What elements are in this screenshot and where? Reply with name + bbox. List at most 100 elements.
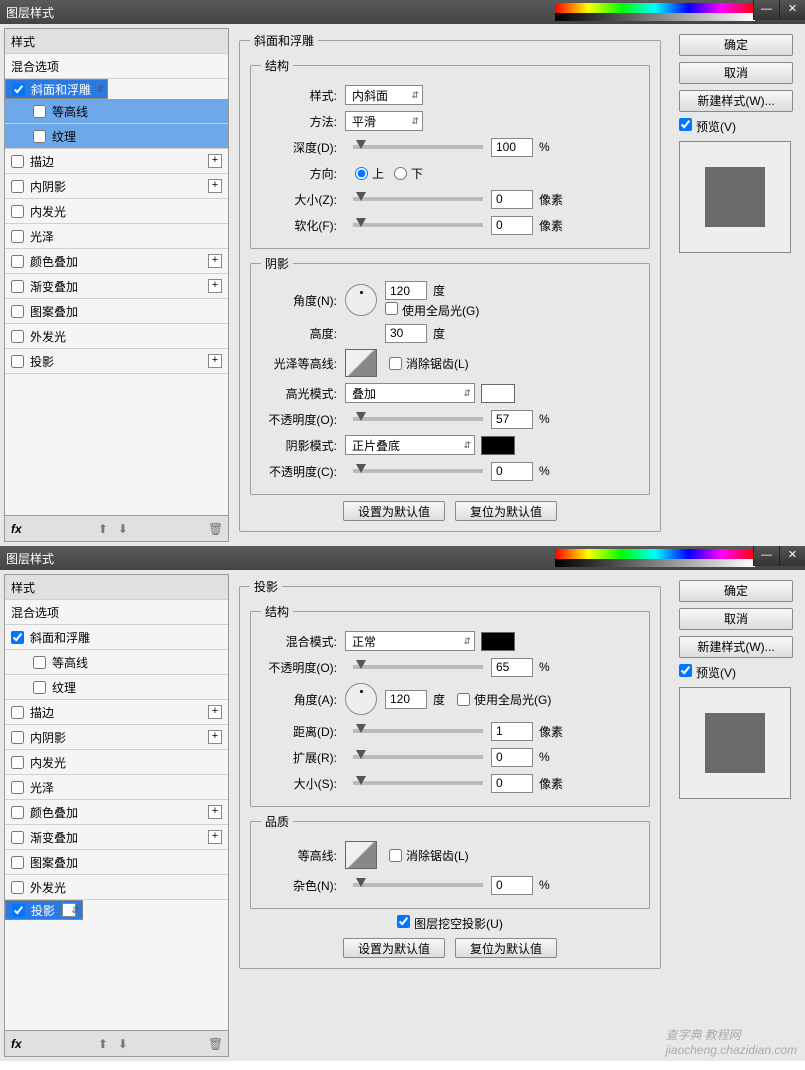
- style-select[interactable]: 内斜面: [345, 85, 423, 105]
- stroke-item[interactable]: 描边+: [5, 700, 228, 725]
- trash-icon[interactable]: 🗑: [208, 522, 222, 536]
- new-style-button[interactable]: 新建样式(W)...: [679, 636, 793, 658]
- color-overlay-checkbox[interactable]: [11, 255, 24, 268]
- drop-shadow-checkbox[interactable]: [11, 355, 24, 368]
- inner-glow-checkbox[interactable]: [11, 205, 24, 218]
- titlebar[interactable]: 图层样式 — ✕: [0, 546, 805, 570]
- outer-glow-item[interactable]: 外发光: [5, 324, 228, 349]
- make-default-button[interactable]: 设置为默认值: [343, 938, 445, 958]
- altitude-input[interactable]: [385, 324, 427, 343]
- inner-glow-checkbox[interactable]: [11, 756, 24, 769]
- stroke-checkbox[interactable]: [11, 155, 24, 168]
- depth-input[interactable]: [491, 138, 533, 157]
- highlight-opacity-input[interactable]: [491, 410, 533, 429]
- inner-glow-item[interactable]: 内发光: [5, 199, 228, 224]
- direction-down-radio[interactable]: [394, 167, 407, 180]
- shadow-color-swatch[interactable]: [481, 436, 515, 455]
- outer-glow-item[interactable]: 外发光: [5, 875, 228, 900]
- satin-checkbox[interactable]: [11, 230, 24, 243]
- pattern-overlay-item[interactable]: 图案叠加: [5, 299, 228, 324]
- gradient-overlay-item[interactable]: 渐变叠加+: [5, 825, 228, 850]
- bevel-checkbox[interactable]: [11, 631, 24, 644]
- highlight-opacity-slider[interactable]: [353, 417, 483, 421]
- gradient-overlay-checkbox[interactable]: [11, 831, 24, 844]
- angle-dial[interactable]: [345, 683, 377, 715]
- size-input[interactable]: [491, 190, 533, 209]
- add-icon[interactable]: +: [62, 903, 76, 917]
- fx-button[interactable]: fx: [11, 1037, 22, 1051]
- add-icon[interactable]: +: [208, 354, 222, 368]
- global-light-checkbox[interactable]: [457, 693, 470, 706]
- close-button[interactable]: ✕: [779, 546, 805, 566]
- down-arrow-icon[interactable]: ⬇: [118, 522, 132, 536]
- spread-slider[interactable]: [353, 755, 483, 759]
- preview-checkbox[interactable]: [679, 118, 692, 131]
- styles-header[interactable]: 样式: [5, 29, 228, 54]
- contour-checkbox[interactable]: [33, 656, 46, 669]
- inner-glow-item[interactable]: 内发光: [5, 750, 228, 775]
- minimize-button[interactable]: —: [753, 546, 779, 566]
- color-overlay-item[interactable]: 颜色叠加+: [5, 800, 228, 825]
- knockout-checkbox[interactable]: [397, 915, 410, 928]
- inner-shadow-item[interactable]: 内阴影+: [5, 725, 228, 750]
- gloss-contour-picker[interactable]: [345, 349, 377, 377]
- titlebar[interactable]: 图层样式 — ✕: [0, 0, 805, 24]
- add-icon[interactable]: +: [208, 705, 222, 719]
- pattern-overlay-checkbox[interactable]: [11, 856, 24, 869]
- highlight-mode-select[interactable]: 叠加: [345, 383, 475, 403]
- angle-input[interactable]: [385, 690, 427, 709]
- add-icon[interactable]: +: [208, 730, 222, 744]
- drop-shadow-item[interactable]: 投影+: [5, 900, 83, 920]
- satin-item[interactable]: 光泽: [5, 224, 228, 249]
- size-input[interactable]: [491, 774, 533, 793]
- trash-icon[interactable]: 🗑: [208, 1037, 222, 1051]
- highlight-color-swatch[interactable]: [481, 384, 515, 403]
- opacity-slider[interactable]: [353, 665, 483, 669]
- color-overlay-item[interactable]: 颜色叠加+: [5, 249, 228, 274]
- angle-input[interactable]: [385, 281, 427, 300]
- inner-shadow-checkbox[interactable]: [11, 180, 24, 193]
- shadow-opacity-input[interactable]: [491, 462, 533, 481]
- soften-slider[interactable]: [353, 223, 483, 227]
- shadow-mode-select[interactable]: 正片叠底: [345, 435, 475, 455]
- distance-input[interactable]: [491, 722, 533, 741]
- contour-item[interactable]: 等高线: [5, 650, 228, 675]
- noise-slider[interactable]: [353, 883, 483, 887]
- direction-up-radio[interactable]: [355, 167, 368, 180]
- down-arrow-icon[interactable]: ⬇: [118, 1037, 132, 1051]
- drop-shadow-checkbox[interactable]: [12, 904, 25, 917]
- minimize-button[interactable]: —: [753, 0, 779, 20]
- blending-options-item[interactable]: 混合选项: [5, 54, 228, 79]
- color-overlay-checkbox[interactable]: [11, 806, 24, 819]
- method-select[interactable]: 平滑: [345, 111, 423, 131]
- opacity-input[interactable]: [491, 658, 533, 677]
- pattern-overlay-checkbox[interactable]: [11, 305, 24, 318]
- add-icon[interactable]: +: [208, 254, 222, 268]
- contour-item[interactable]: 等高线: [5, 99, 228, 124]
- outer-glow-checkbox[interactable]: [11, 330, 24, 343]
- inner-shadow-item[interactable]: 内阴影+: [5, 174, 228, 199]
- antialias-checkbox[interactable]: [389, 849, 402, 862]
- distance-slider[interactable]: [353, 729, 483, 733]
- texture-item[interactable]: 纹理: [5, 124, 228, 149]
- bevel-item[interactable]: 斜面和浮雕: [5, 79, 108, 99]
- new-style-button[interactable]: 新建样式(W)...: [679, 90, 793, 112]
- blend-mode-select[interactable]: 正常: [345, 631, 475, 651]
- shadow-opacity-slider[interactable]: [353, 469, 483, 473]
- antialias-checkbox[interactable]: [389, 357, 402, 370]
- soften-input[interactable]: [491, 216, 533, 235]
- close-button[interactable]: ✕: [779, 0, 805, 20]
- make-default-button[interactable]: 设置为默认值: [343, 501, 445, 521]
- stroke-checkbox[interactable]: [11, 706, 24, 719]
- up-arrow-icon[interactable]: ⬆: [98, 522, 112, 536]
- blending-options-item[interactable]: 混合选项: [5, 600, 228, 625]
- ok-button[interactable]: 确定: [679, 580, 793, 602]
- noise-input[interactable]: [491, 876, 533, 895]
- reset-default-button[interactable]: 复位为默认值: [455, 501, 557, 521]
- gradient-overlay-checkbox[interactable]: [11, 280, 24, 293]
- texture-checkbox[interactable]: [33, 130, 46, 143]
- add-icon[interactable]: +: [208, 805, 222, 819]
- add-icon[interactable]: +: [208, 154, 222, 168]
- add-icon[interactable]: +: [208, 179, 222, 193]
- outer-glow-checkbox[interactable]: [11, 881, 24, 894]
